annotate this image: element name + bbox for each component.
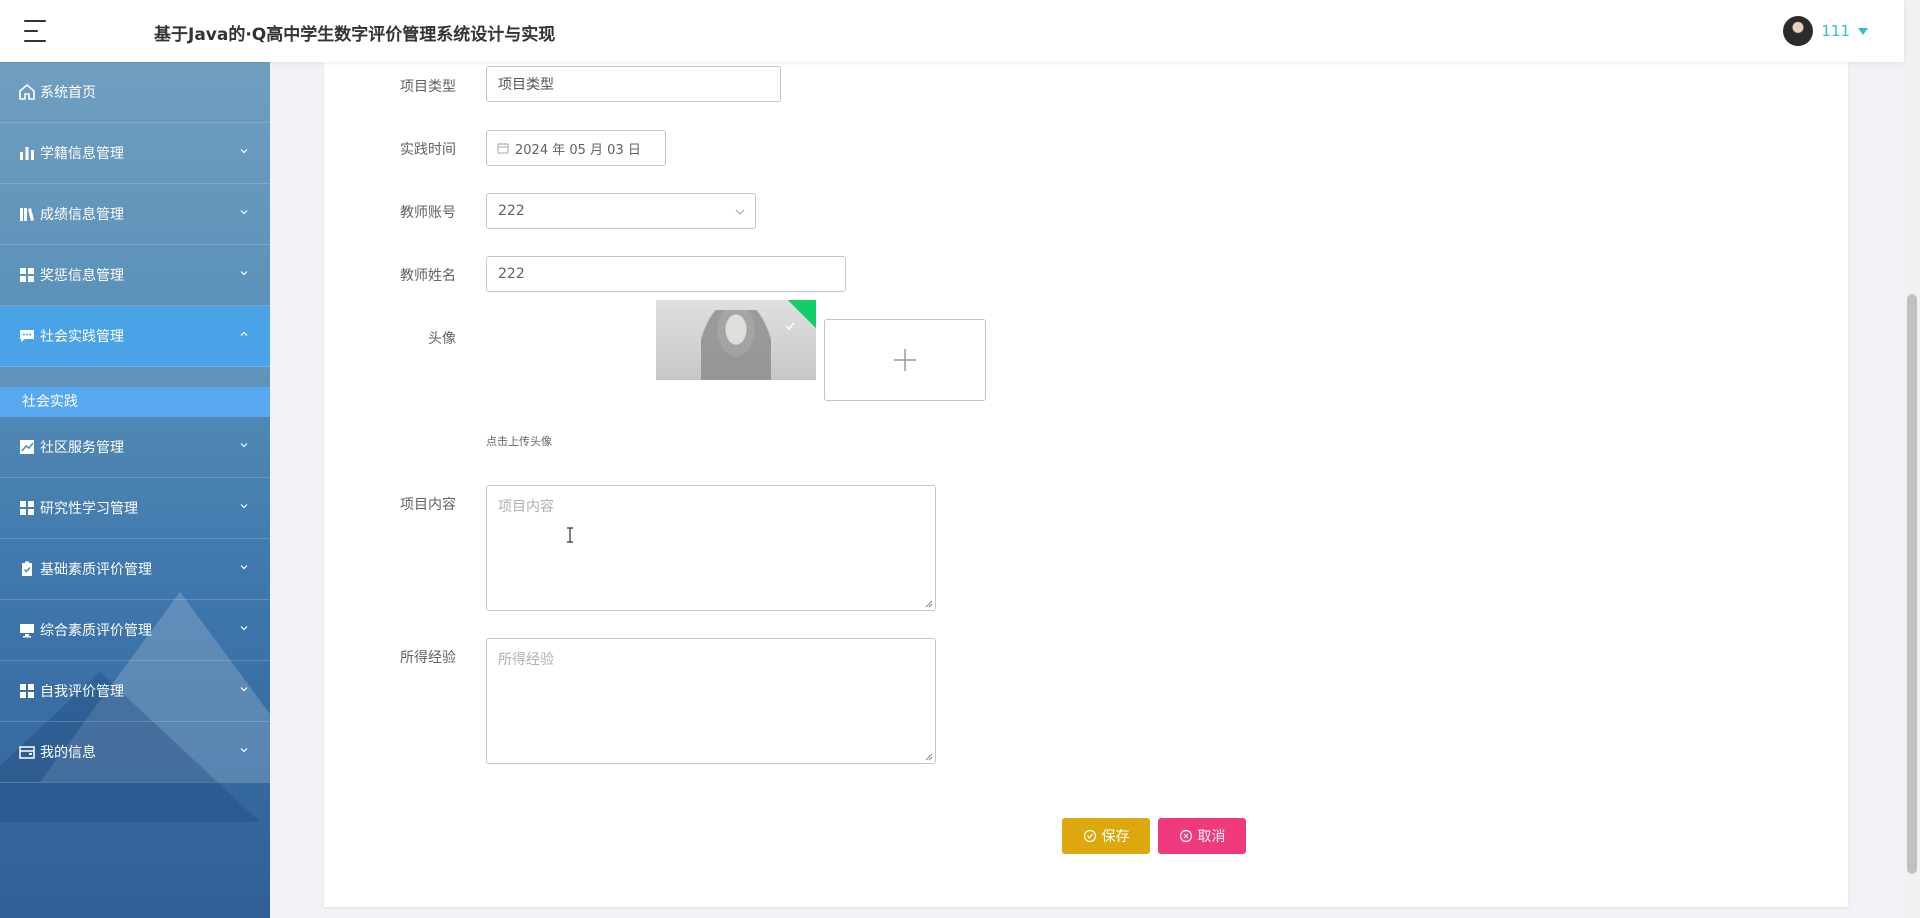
plus-icon (894, 349, 916, 371)
project-content-textarea[interactable]: 项目内容 (486, 485, 936, 611)
books-icon (18, 205, 36, 223)
sidebar-item-label: 研究性学习管理 (40, 501, 138, 517)
check-icon (785, 322, 795, 331)
submenu-spacer (0, 367, 270, 387)
page-scrollbar[interactable] (1904, 0, 1920, 918)
practice-time-value: 2024 年 05 月 03 日 (515, 142, 641, 158)
practice-time-label: 实践时间 (400, 142, 456, 158)
chevron-down-icon (240, 626, 248, 631)
sidebar: 系统首页 学籍信息管理 成绩信息管理 奖惩信息管理 社会实践管理 社会实践 社区… (0, 62, 270, 918)
chevron-down-icon (240, 210, 248, 215)
sidebar-item-label: 基础素质评价管理 (40, 562, 152, 578)
sidebar-subitem-social-practice[interactable]: 社会实践 (0, 387, 270, 417)
chevron-up-icon (240, 331, 248, 336)
project-content-placeholder: 项目内容 (498, 499, 554, 515)
teacher-name-input[interactable]: 222 (486, 256, 846, 292)
sidebar-item-label: 学籍信息管理 (40, 146, 124, 162)
avatar (1783, 16, 1814, 46)
chevron-down-icon (240, 748, 248, 753)
avatar-label: 头像 (428, 331, 456, 347)
form-card: 项目类型 项目类型 实践时间 2024 年 05 月 03 日 教师账号 222… (324, 62, 1848, 907)
sidebar-item-self-evaluation[interactable]: 自我评价管理 (0, 661, 270, 722)
app-title: 基于Java的·Q高中学生数字评价管理系统设计与实现 (154, 25, 556, 45)
sidebar-item-label: 我的信息 (40, 745, 96, 761)
avatar-thumbnail[interactable] (656, 300, 816, 380)
sidebar-item-research-learning[interactable]: 研究性学习管理 (0, 478, 270, 539)
practice-time-datepicker[interactable]: 2024 年 05 月 03 日 (486, 130, 666, 166)
chevron-down-icon (240, 443, 248, 448)
sidebar-item-home[interactable]: 系统首页 (0, 62, 270, 123)
sidebar-item-rewards[interactable]: 奖惩信息管理 (0, 245, 270, 306)
chevron-down-icon (240, 149, 248, 154)
sidebar-item-enrollment[interactable]: 学籍信息管理 (0, 123, 270, 184)
save-label: 保存 (1101, 829, 1130, 845)
sidebar-item-label: 系统首页 (40, 85, 96, 101)
sidebar-menu: 系统首页 学籍信息管理 成绩信息管理 奖惩信息管理 社会实践管理 社会实践 社区… (0, 62, 270, 783)
teacher-name-label: 教师姓名 (400, 268, 456, 284)
thumbnail-overlay (656, 300, 816, 380)
experience-textarea[interactable]: 所得经验 (486, 638, 936, 764)
clipboard-icon (18, 560, 36, 578)
project-type-label: 项目类型 (400, 79, 456, 95)
avatar-upload-button[interactable] (824, 319, 986, 401)
sidebar-item-basic-quality[interactable]: 基础素质评价管理 (0, 539, 270, 600)
resize-handle-icon[interactable] (925, 753, 933, 761)
sidebar-item-grades[interactable]: 成绩信息管理 (0, 184, 270, 245)
teacher-account-value: 222 (498, 203, 525, 219)
cancel-button[interactable]: 取消 (1158, 818, 1246, 854)
calendar-icon (497, 143, 509, 154)
chat-icon (18, 327, 36, 345)
wallet-icon (18, 743, 36, 761)
project-type-input[interactable]: 项目类型 (486, 66, 781, 102)
check-circle-icon (1083, 829, 1096, 843)
sidebar-item-label: 奖惩信息管理 (40, 268, 124, 284)
save-button[interactable]: 保存 (1062, 818, 1150, 854)
bar-chart-icon (18, 144, 36, 162)
chevron-down-icon (240, 504, 248, 509)
sidebar-item-label: 社区服务管理 (40, 440, 124, 456)
teacher-account-label: 教师账号 (400, 205, 456, 221)
top-header: 基于Java的·Q高中学生数字评价管理系统设计与实现 111 (0, 0, 1904, 62)
scrollbar-thumb[interactable] (1907, 294, 1917, 874)
monitor-icon (18, 621, 36, 639)
sidebar-item-my-info[interactable]: 我的信息 (0, 722, 270, 783)
sidebar-item-comprehensive-quality[interactable]: 综合素质评价管理 (0, 600, 270, 661)
grid-icon (18, 682, 36, 700)
trend-icon (18, 438, 36, 456)
user-menu[interactable]: 111 (1783, 16, 1868, 46)
grid-icon (18, 499, 36, 517)
grid-icon (18, 266, 36, 284)
close-circle-icon (1179, 829, 1192, 843)
caret-down-icon (1858, 27, 1868, 35)
user-name: 111 (1821, 22, 1850, 40)
cancel-label: 取消 (1197, 829, 1226, 845)
chevron-down-icon (240, 271, 248, 276)
sidebar-item-label: 自我评价管理 (40, 684, 124, 700)
chevron-down-icon (735, 209, 745, 215)
menu-toggle-icon[interactable] (24, 19, 50, 43)
text-cursor-icon (567, 527, 573, 543)
sidebar-item-label: 综合素质评价管理 (40, 623, 152, 639)
project-content-label: 项目内容 (400, 497, 456, 513)
chevron-down-icon (240, 687, 248, 692)
experience-placeholder: 所得经验 (498, 652, 554, 668)
sidebar-item-social-practice[interactable]: 社会实践管理 (0, 306, 270, 367)
chevron-down-icon (240, 565, 248, 570)
home-icon (18, 83, 36, 101)
sidebar-item-label: 社会实践管理 (40, 329, 124, 345)
avatar-upload-hint: 点击上传头像 (486, 435, 552, 448)
experience-label: 所得经验 (400, 650, 456, 666)
teacher-account-select[interactable]: 222 (486, 193, 756, 229)
resize-handle-icon[interactable] (925, 600, 933, 608)
sidebar-item-community-service[interactable]: 社区服务管理 (0, 417, 270, 478)
sidebar-item-label: 成绩信息管理 (40, 207, 124, 223)
